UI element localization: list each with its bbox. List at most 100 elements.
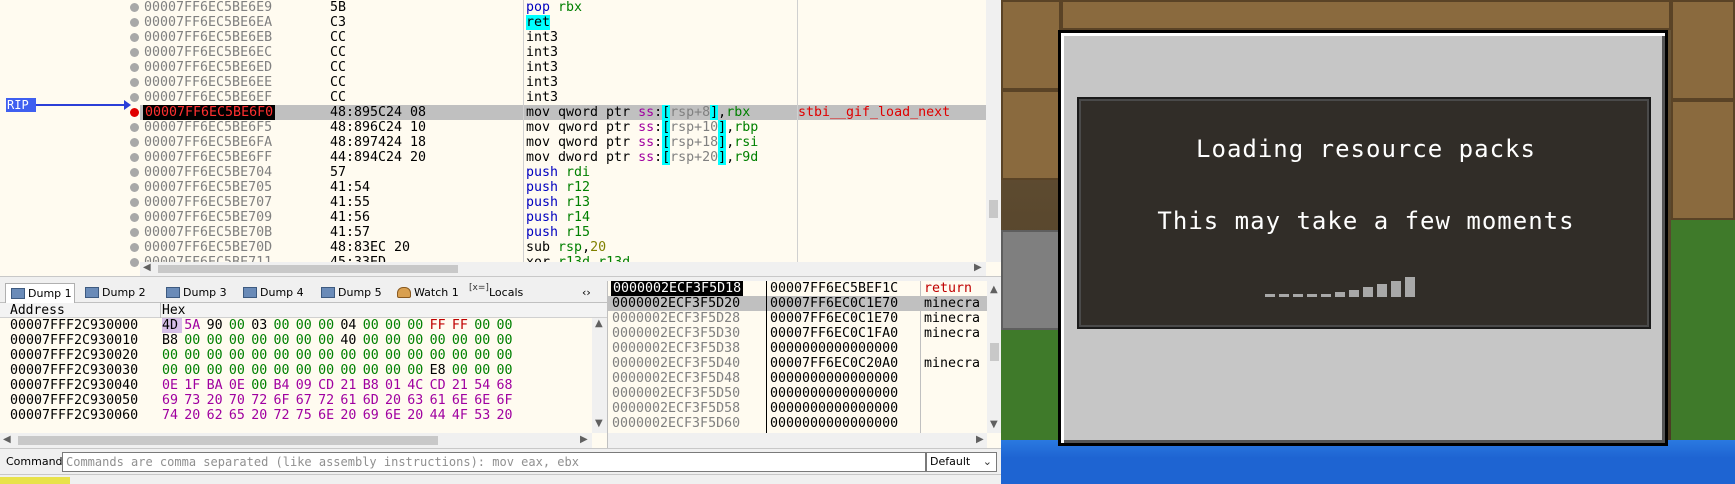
disassembly-row[interactable]: 00007FF6EC5BE6FA 48:897424 18 mov qword pt… <box>140 135 986 150</box>
disassembly-row[interactable]: 00007FF6EC5BE705 41:54 push r12 <box>140 180 986 195</box>
dump-horizontal-scrollbar[interactable]: ◀ ▶ <box>0 433 592 448</box>
dump-byte[interactable]: E8 <box>430 363 450 378</box>
breakpoint-icon[interactable] <box>130 78 139 87</box>
dump-byte[interactable]: 20 <box>407 408 427 423</box>
disassembly-row[interactable]: 00007FF6EC5BE709 41:56 push r14 <box>140 210 986 225</box>
breakpoint-icon[interactable] <box>130 183 139 192</box>
dump-byte[interactable]: 20 <box>340 408 360 423</box>
dump-byte[interactable]: 72 <box>274 408 294 423</box>
dump-byte[interactable]: 61 <box>430 393 450 408</box>
stack-row[interactable]: 0000002ECF3F5D38 0000000000000000 <box>608 341 1001 356</box>
tab-dump-2[interactable]: Dump 2 <box>80 283 156 303</box>
tab-locals[interactable]: [x=] Locals <box>467 283 529 303</box>
tab-dump-3[interactable]: Dump 3 <box>161 283 233 303</box>
scroll-right-icon[interactable]: ▶ <box>580 434 588 445</box>
dump-byte[interactable]: 4F <box>452 408 472 423</box>
dump-byte[interactable]: 09 <box>296 378 316 393</box>
breakpoint-icon[interactable] <box>130 153 139 162</box>
dump-byte[interactable]: 00 <box>407 318 427 333</box>
dump-byte[interactable]: 00 <box>497 348 517 363</box>
disassembly-row[interactable]: 00007FF6EC5BE704 57 push rdi <box>140 165 986 180</box>
dump-byte[interactable]: 00 <box>251 363 271 378</box>
scroll-left-icon[interactable]: ◀ <box>143 262 151 273</box>
dump-byte[interactable]: 69 <box>162 393 182 408</box>
dump-byte[interactable]: 21 <box>340 378 360 393</box>
dump-byte[interactable]: B4 <box>274 378 294 393</box>
breakpoint-icon[interactable] <box>130 213 139 222</box>
dump-byte[interactable]: 00 <box>184 348 204 363</box>
tab-dump-1[interactable]: Dump 1 <box>5 283 75 303</box>
disassembly-vertical-scrollbar[interactable] <box>986 0 1001 262</box>
dump-byte[interactable]: 00 <box>229 318 249 333</box>
disassembly-row[interactable]: 00007FF6EC5BE6E9 5B pop rbx <box>140 0 986 15</box>
dump-byte[interactable]: 68 <box>497 378 517 393</box>
dump-byte[interactable]: 00 <box>274 363 294 378</box>
breakpoint-icon[interactable] <box>130 258 139 267</box>
dump-byte[interactable]: 20 <box>184 408 204 423</box>
dump-byte[interactable]: 00 <box>229 348 249 363</box>
dump-byte[interactable]: 00 <box>452 363 472 378</box>
dump-byte[interactable]: 62 <box>207 408 227 423</box>
disassembly-row[interactable]: 00007FF6EC5BE6EB CC int3 <box>140 30 986 45</box>
stack-row[interactable]: 0000002ECF3F5D30 00007FF6EC0C1FA0 minecra <box>608 326 1001 341</box>
dump-byte[interactable]: 00 <box>318 348 338 363</box>
breakpoint-icon[interactable] <box>130 168 139 177</box>
dump-byte[interactable]: 00 <box>340 348 360 363</box>
dump-byte[interactable]: 00 <box>407 333 427 348</box>
dump-byte[interactable]: 00 <box>385 318 405 333</box>
dump-row[interactable]: 00007FFF2C930050 69 73 20 70 72 6F 67 72 61 6D 20 63… <box>0 393 592 408</box>
dump-byte[interactable]: CD <box>318 378 338 393</box>
stack-row[interactable]: 0000002ECF3F5D18 00007FF6EC5BEF1C return <box>608 281 1001 296</box>
dump-byte[interactable]: 00 <box>184 333 204 348</box>
dump-byte[interactable]: 6D <box>363 393 383 408</box>
dump-byte[interactable]: 00 <box>407 348 427 363</box>
dump-byte[interactable]: 5A <box>184 318 204 333</box>
dump-byte[interactable]: 00 <box>251 348 271 363</box>
breakpoint-icon[interactable] <box>130 198 139 207</box>
dump-byte[interactable]: FF <box>452 318 472 333</box>
dump-byte[interactable]: 63 <box>407 393 427 408</box>
dump-byte[interactable]: 00 <box>207 363 227 378</box>
dump-byte[interactable]: 03 <box>251 318 271 333</box>
dump-byte[interactable]: CD <box>430 378 450 393</box>
breakpoint-icon[interactable] <box>130 18 139 27</box>
dump-byte[interactable]: 00 <box>318 333 338 348</box>
breakpoint-active-icon[interactable] <box>130 108 139 117</box>
dump-byte[interactable]: B8 <box>162 333 182 348</box>
dump-byte[interactable]: 00 <box>452 333 472 348</box>
dump-byte[interactable]: 21 <box>452 378 472 393</box>
dump-byte[interactable]: 04 <box>340 318 360 333</box>
command-mode-select[interactable]: Default ⌄ <box>926 452 997 472</box>
stack-row[interactable]: 0000002ECF3F5D20 00007FF6EC0C1E70 minecra <box>608 296 1001 311</box>
dump-byte[interactable]: 74 <box>162 408 182 423</box>
dump-byte[interactable]: 20 <box>497 408 517 423</box>
stack-row[interactable]: 0000002ECF3F5D50 0000000000000000 <box>608 386 1001 401</box>
dump-byte[interactable]: 00 <box>162 363 182 378</box>
dump-byte[interactable]: 6E <box>452 393 472 408</box>
dump-byte[interactable]: 0E <box>229 378 249 393</box>
dump-byte[interactable]: 00 <box>363 348 383 363</box>
dump-byte[interactable]: 00 <box>318 318 338 333</box>
dump-byte[interactable]: 90 <box>207 318 227 333</box>
dump-byte[interactable]: 00 <box>207 333 227 348</box>
dump-byte[interactable]: 54 <box>474 378 494 393</box>
dump-row[interactable]: 00007FFF2C930060 74 20 62 65 20 72 75 6E 20 69 6E 20… <box>0 408 592 423</box>
disassembly-row[interactable]: 00007FF6EC5BE6FF 44:894C24 20 mov dword pt… <box>140 150 986 165</box>
breakpoint-icon[interactable] <box>130 48 139 57</box>
dump-byte[interactable]: 00 <box>229 363 249 378</box>
dump-byte[interactable]: 00 <box>474 363 494 378</box>
dump-row[interactable]: 00007FFF2C930010 B8 00 00 00 00 00 00 00 40 00 00 00… <box>0 333 592 348</box>
dump-byte[interactable]: 72 <box>251 393 271 408</box>
dump-byte[interactable]: 00 <box>296 363 316 378</box>
dump-byte[interactable]: 00 <box>452 348 472 363</box>
dump-byte[interactable]: 61 <box>340 393 360 408</box>
dump-row[interactable]: 00007FFF2C930020 00 00 00 00 00 00 00 00 00 00 00 00… <box>0 348 592 363</box>
dump-byte[interactable]: 00 <box>318 363 338 378</box>
dump-byte[interactable]: 00 <box>385 333 405 348</box>
disassembly-row[interactable]: 00007FF6EC5BE6EC CC int3 <box>140 45 986 60</box>
dump-byte[interactable]: 72 <box>318 393 338 408</box>
stack-horizontal-scrollbar[interactable]: ▶ <box>608 433 987 448</box>
breakpoint-icon[interactable] <box>130 243 139 252</box>
dump-byte[interactable]: 4C <box>407 378 427 393</box>
dump-row[interactable]: 00007FFF2C930040 0E 1F BA 0E 00 B4 09 CD 21 B8 01 4C… <box>0 378 592 393</box>
